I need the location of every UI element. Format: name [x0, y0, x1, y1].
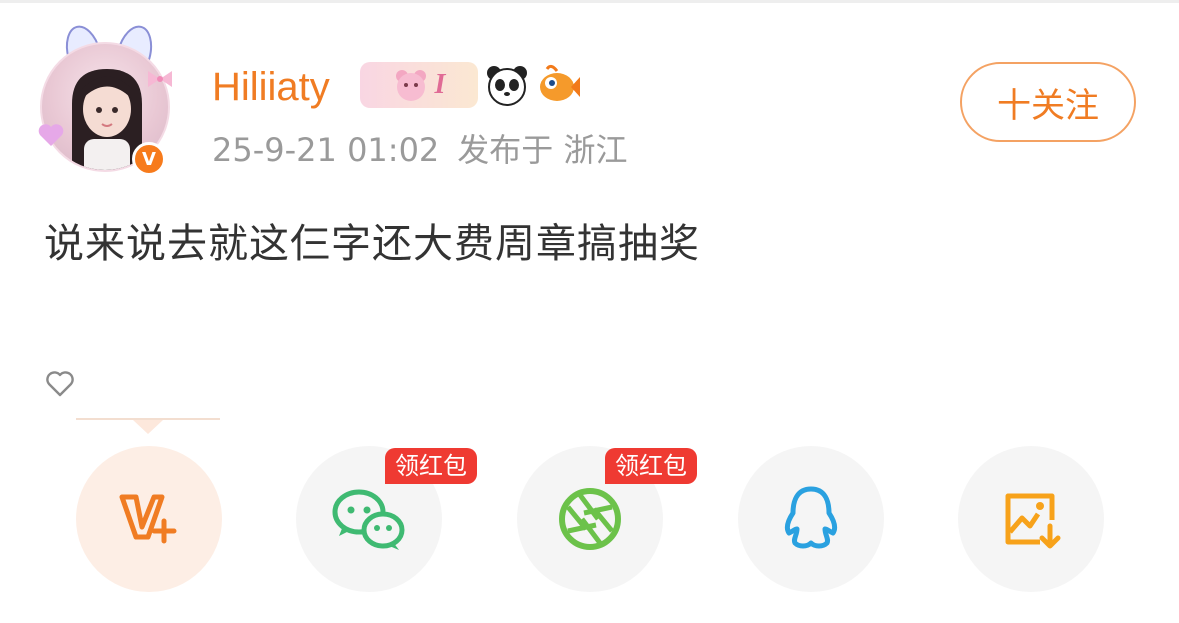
- save-image-icon: [1005, 493, 1061, 549]
- qq-icon: [784, 486, 838, 549]
- wechat-redpack-badge: 领红包: [385, 448, 477, 484]
- badge-text: I: [434, 69, 446, 100]
- follow-button-label: 十关注: [997, 85, 1099, 126]
- username[interactable]: Hiliiaty: [212, 62, 330, 112]
- vplus-icon: [119, 494, 177, 544]
- moments-icon: [559, 488, 621, 550]
- post-content: 说来说去就这仨字还大费周章搞抽奖: [44, 221, 700, 267]
- follow-button[interactable]: 十关注: [960, 62, 1136, 142]
- user-badges: I: [360, 60, 582, 110]
- tooltip-pointer: [133, 420, 163, 434]
- verified-badge-icon: V: [132, 142, 166, 176]
- like-heart-icon[interactable]: [44, 368, 76, 400]
- wechat-icon: [332, 489, 405, 550]
- share-qq-button[interactable]: [738, 446, 884, 592]
- save-image-button[interactable]: [958, 446, 1104, 592]
- share-vplus-button[interactable]: [76, 446, 222, 592]
- heart-sticker-icon: [38, 124, 64, 146]
- fish-badge-icon: [536, 62, 582, 108]
- post-location: 发布于 浙江: [457, 131, 628, 169]
- top-divider: [0, 0, 1179, 3]
- avatar[interactable]: V: [36, 25, 176, 180]
- moments-redpack-badge: 领红包: [605, 448, 697, 484]
- bear-badge-icon: I: [360, 62, 478, 108]
- post-meta: 25-9-21 01:02 发布于 浙江: [212, 128, 627, 172]
- post-timestamp: 25-9-21 01:02: [212, 131, 440, 169]
- panda-badge-icon: [484, 62, 530, 108]
- bow-sticker-icon: [148, 71, 172, 87]
